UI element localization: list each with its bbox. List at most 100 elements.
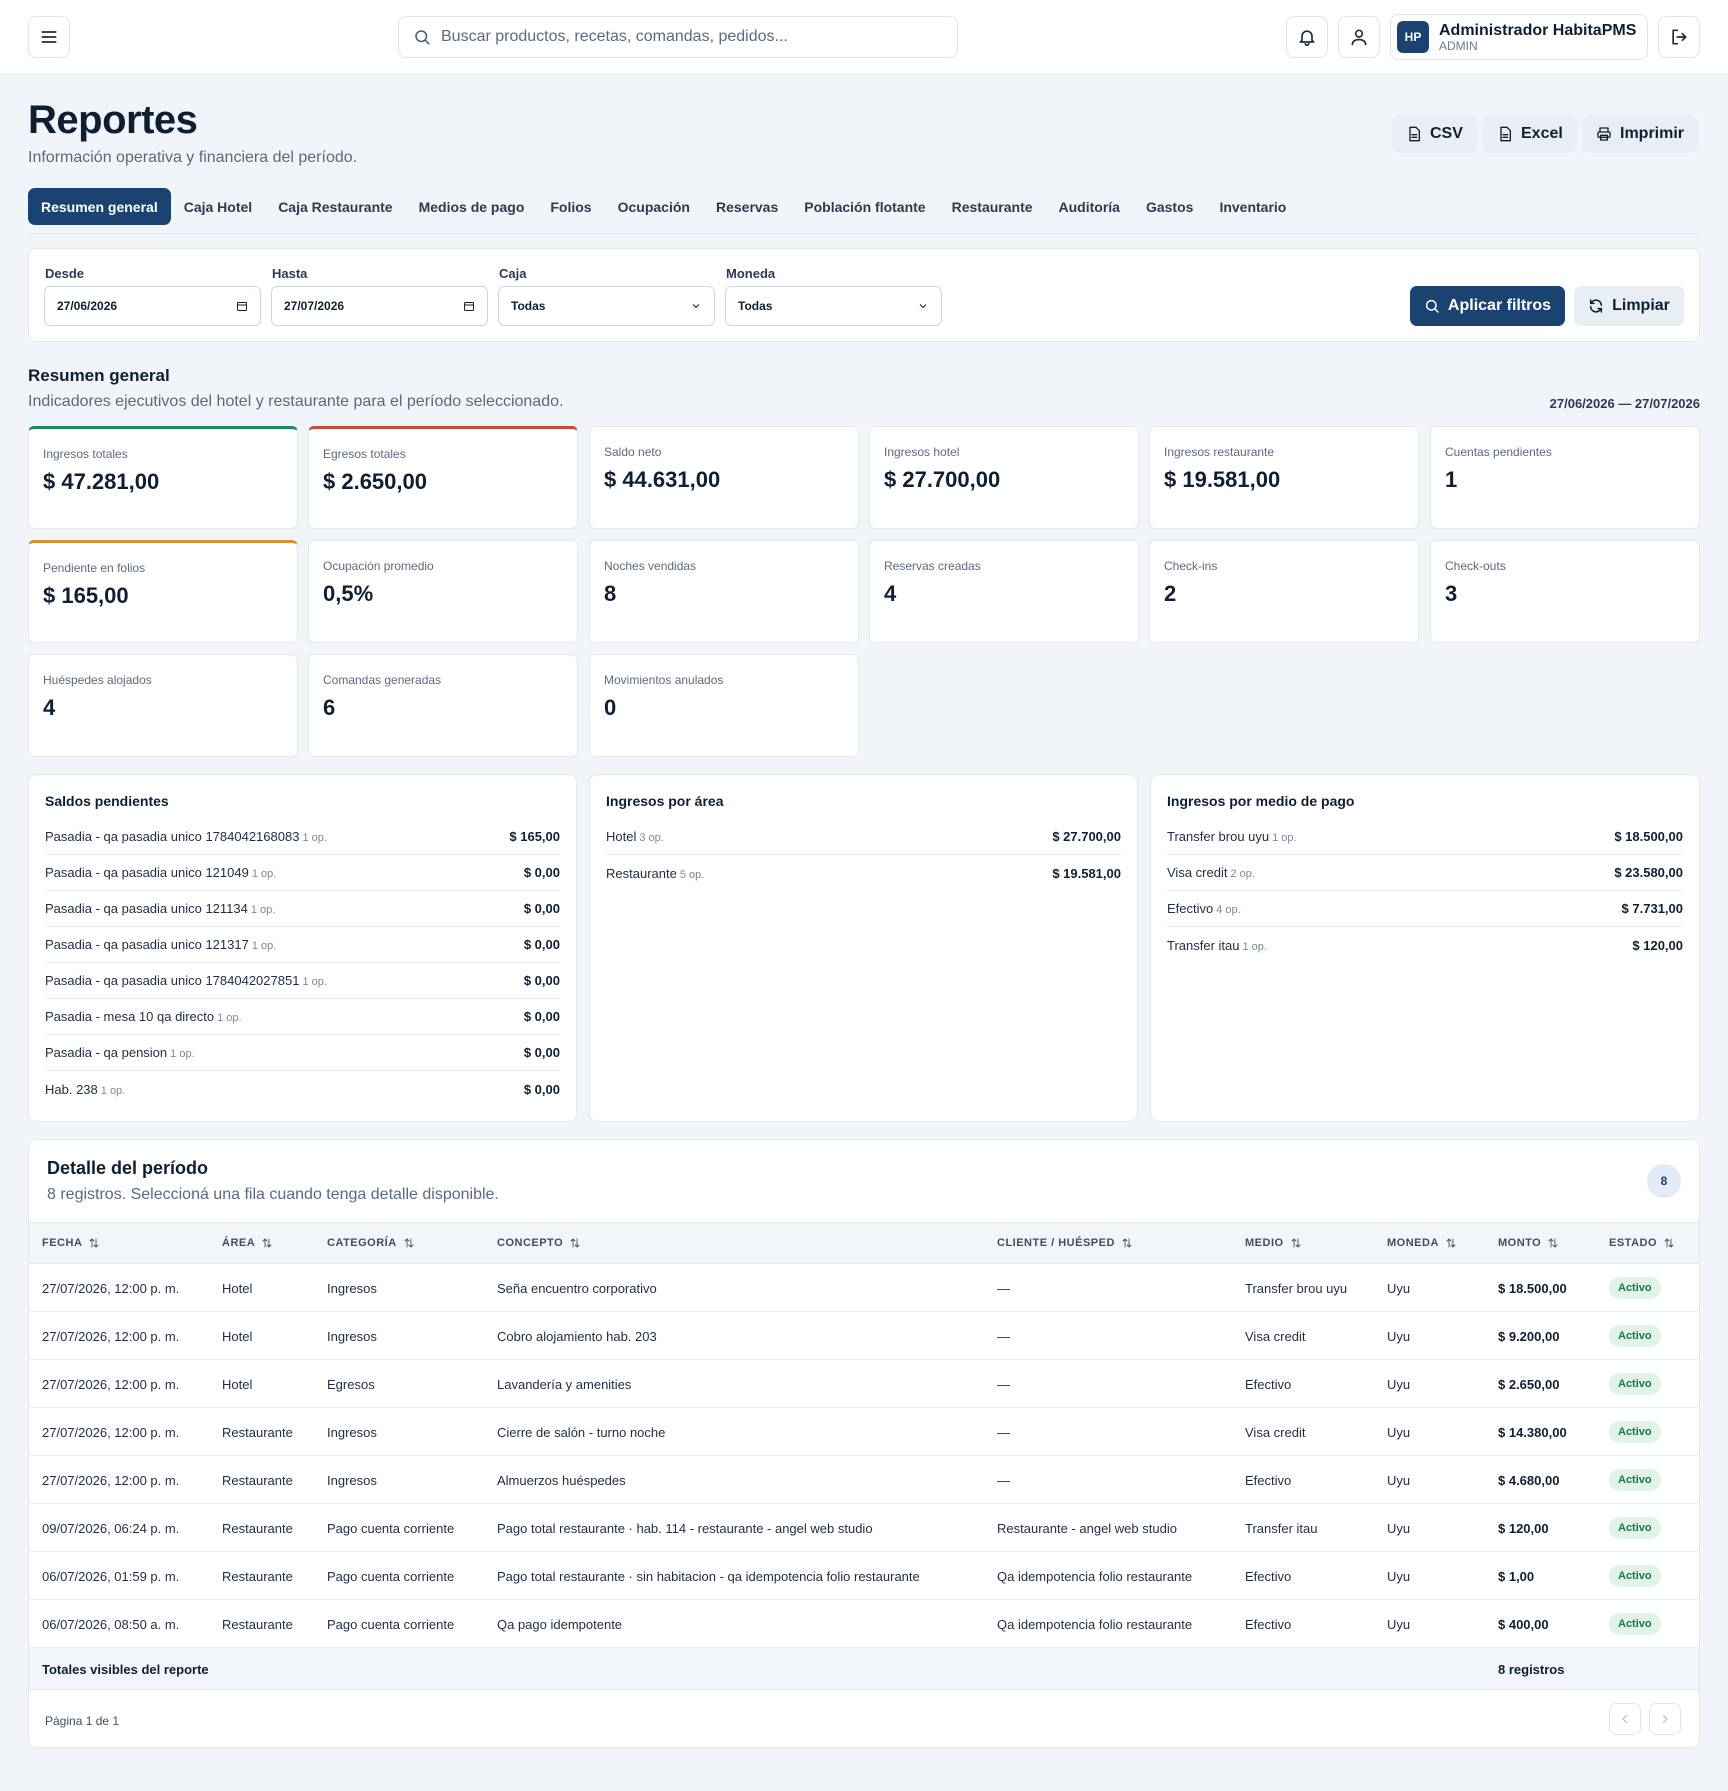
tab-caja-hotel[interactable]: Caja Hotel	[171, 188, 265, 225]
cell-monto: $ 9.200,00	[1498, 1329, 1560, 1344]
table-row[interactable]: 27/07/2026, 12:00 p. m. Hotel Egresos La…	[29, 1360, 1699, 1408]
table-header: FECHA ÁREA CATEGORÍA CONCEPTO CLIENTE / …	[29, 1222, 1699, 1264]
print-button[interactable]: Imprimir	[1582, 115, 1699, 153]
avatar: HP	[1397, 21, 1429, 53]
table-row[interactable]: 27/07/2026, 12:00 p. m. Restaurante Ingr…	[29, 1456, 1699, 1504]
column-header-moneda[interactable]: MONEDA	[1387, 1237, 1457, 1249]
excel-label: Excel	[1521, 125, 1563, 142]
cell-monto: $ 14.380,00	[1498, 1425, 1567, 1440]
status-badge: Activo	[1609, 1373, 1661, 1395]
table-row[interactable]: 27/07/2026, 12:00 p. m. Hotel Ingresos C…	[29, 1312, 1699, 1360]
list-item: Pasadia - qa pasadia unico 1784042168083…	[45, 819, 560, 855]
kpi-value: 4	[884, 581, 897, 606]
status-badge: Activo	[1609, 1325, 1661, 1347]
kpi-label: Egresos totales	[323, 447, 406, 461]
csv-button[interactable]: CSV	[1392, 115, 1477, 153]
column-header-estado[interactable]: ESTADO	[1609, 1237, 1675, 1249]
notifications-button[interactable]	[1286, 16, 1328, 58]
sort-icon	[1291, 1238, 1301, 1248]
cell-fecha: 09/07/2026, 06:24 p. m.	[42, 1521, 180, 1536]
item-name: Transfer itau	[1167, 937, 1240, 953]
kpi-value: 1	[1445, 467, 1458, 492]
tab-ocupacion[interactable]: Ocupación	[605, 188, 703, 225]
kpi-card: Cuentas pendientes 1	[1430, 426, 1700, 529]
kpi-value: $ 27.700,00	[884, 467, 1001, 492]
hasta-date-input[interactable]: 27/07/2026	[271, 286, 488, 326]
table-row[interactable]: 27/07/2026, 12:00 p. m. Hotel Ingresos S…	[29, 1264, 1699, 1312]
detail-card: Detalle del período 8 registros. Selecci…	[28, 1139, 1700, 1748]
menu-button[interactable]	[28, 16, 70, 58]
kpi-card: Pendiente en folios $ 165,00	[28, 540, 298, 643]
cell-fecha: 06/07/2026, 08:50 a. m.	[42, 1617, 180, 1632]
next-page-button[interactable]	[1649, 1703, 1681, 1735]
table-row[interactable]: 09/07/2026, 06:24 p. m. Restaurante Pago…	[29, 1504, 1699, 1552]
column-header-cliente[interactable]: CLIENTE / HUÉSPED	[997, 1237, 1133, 1249]
table-row[interactable]: 06/07/2026, 08:50 a. m. Restaurante Pago…	[29, 1600, 1699, 1648]
cell-categoria: Pago cuenta corriente	[327, 1617, 455, 1632]
desde-date-input[interactable]: 27/06/2026	[44, 286, 261, 326]
tab-gastos[interactable]: Gastos	[1133, 188, 1206, 225]
tab-resumen-general[interactable]: Resumen general	[28, 188, 171, 225]
tab-caja-restaurante[interactable]: Caja Restaurante	[265, 188, 405, 225]
apply-filters-button[interactable]: Aplicar filtros	[1410, 286, 1565, 326]
cell-cliente: —	[997, 1473, 1010, 1488]
cell-concepto: Almuerzos huéspedes	[497, 1473, 626, 1488]
pagination-label: Página 1 de 1	[45, 1714, 120, 1728]
clear-filters-button[interactable]: Limpiar	[1574, 286, 1684, 326]
cell-categoria: Ingresos	[327, 1473, 377, 1488]
item-name: Pasadia - qa pasadia unico 121317	[45, 937, 249, 952]
column-header-categoria[interactable]: CATEGORÍA	[327, 1237, 415, 1249]
tab-medios-de-pago[interactable]: Medios de pago	[406, 188, 538, 225]
calendar-icon	[237, 302, 247, 311]
column-header-fecha[interactable]: FECHA	[42, 1237, 100, 1249]
table-row[interactable]: 27/07/2026, 12:00 p. m. Restaurante Ingr…	[29, 1408, 1699, 1456]
item-ops: 1 op.	[250, 904, 276, 916]
cell-cliente: —	[997, 1377, 1010, 1392]
search-box[interactable]	[398, 16, 958, 58]
kpi-value: 8	[604, 581, 617, 606]
previous-page-button[interactable]	[1609, 1703, 1641, 1735]
tab-reservas[interactable]: Reservas	[703, 188, 791, 225]
cell-medio: Efectivo	[1245, 1617, 1292, 1632]
cell-area: Restaurante	[222, 1617, 293, 1632]
tab-restaurante[interactable]: Restaurante	[939, 188, 1046, 225]
table-row[interactable]: 06/07/2026, 01:59 p. m. Restaurante Pago…	[29, 1552, 1699, 1600]
kpi-card: Ocupación promedio 0,5%	[308, 540, 578, 643]
search-input[interactable]	[441, 28, 941, 46]
kpi-label: Cuentas pendientes	[1445, 445, 1552, 459]
item-ops: 1 op.	[251, 868, 277, 880]
column-header-concepto[interactable]: CONCEPTO	[497, 1237, 581, 1249]
kpi-card: Saldo neto $ 44.631,00	[589, 426, 859, 529]
kpi-label: Comandas generadas	[323, 673, 442, 687]
cell-area: Restaurante	[222, 1425, 293, 1440]
cell-moneda: Uyu	[1387, 1473, 1411, 1488]
cell-area: Restaurante	[222, 1521, 293, 1536]
kpi-card: Movimientos anulados 0	[589, 654, 859, 757]
cell-moneda: Uyu	[1387, 1281, 1411, 1296]
item-ops: 1 op.	[302, 832, 327, 844]
column-header-area[interactable]: ÁREA	[222, 1237, 273, 1249]
status-badge: Activo	[1609, 1421, 1661, 1443]
logout-button[interactable]	[1658, 16, 1700, 58]
print-label: Imprimir	[1620, 125, 1685, 142]
cell-categoria: Pago cuenta corriente	[327, 1521, 455, 1536]
column-header-medio[interactable]: MEDIO	[1245, 1237, 1302, 1249]
tab-inventario[interactable]: Inventario	[1206, 188, 1299, 225]
kpi-value: 6	[323, 695, 336, 720]
column-header-monto[interactable]: MONTO	[1498, 1237, 1559, 1249]
cell-monto: $ 4.680,00	[1498, 1473, 1560, 1488]
moneda-select[interactable]: Todas	[725, 286, 942, 326]
caja-select[interactable]: Todas	[498, 286, 715, 326]
item-amount: $ 0,00	[523, 865, 560, 880]
status-badge: Activo	[1609, 1469, 1661, 1491]
item-amount: $ 0,00	[523, 937, 560, 952]
profile-button[interactable]	[1338, 16, 1380, 58]
kpi-label: Pendiente en folios	[43, 561, 146, 575]
user-menu[interactable]: HP Administrador HabitaPMS ADMIN	[1390, 14, 1648, 60]
excel-button[interactable]: Excel	[1483, 115, 1577, 153]
tab-poblacion-flotante[interactable]: Población flotante	[791, 188, 938, 225]
csv-label: CSV	[1430, 125, 1463, 142]
tab-auditoria[interactable]: Auditoría	[1046, 188, 1133, 225]
tab-folios[interactable]: Folios	[537, 188, 604, 225]
chevron-left-icon	[1622, 1715, 1627, 1723]
